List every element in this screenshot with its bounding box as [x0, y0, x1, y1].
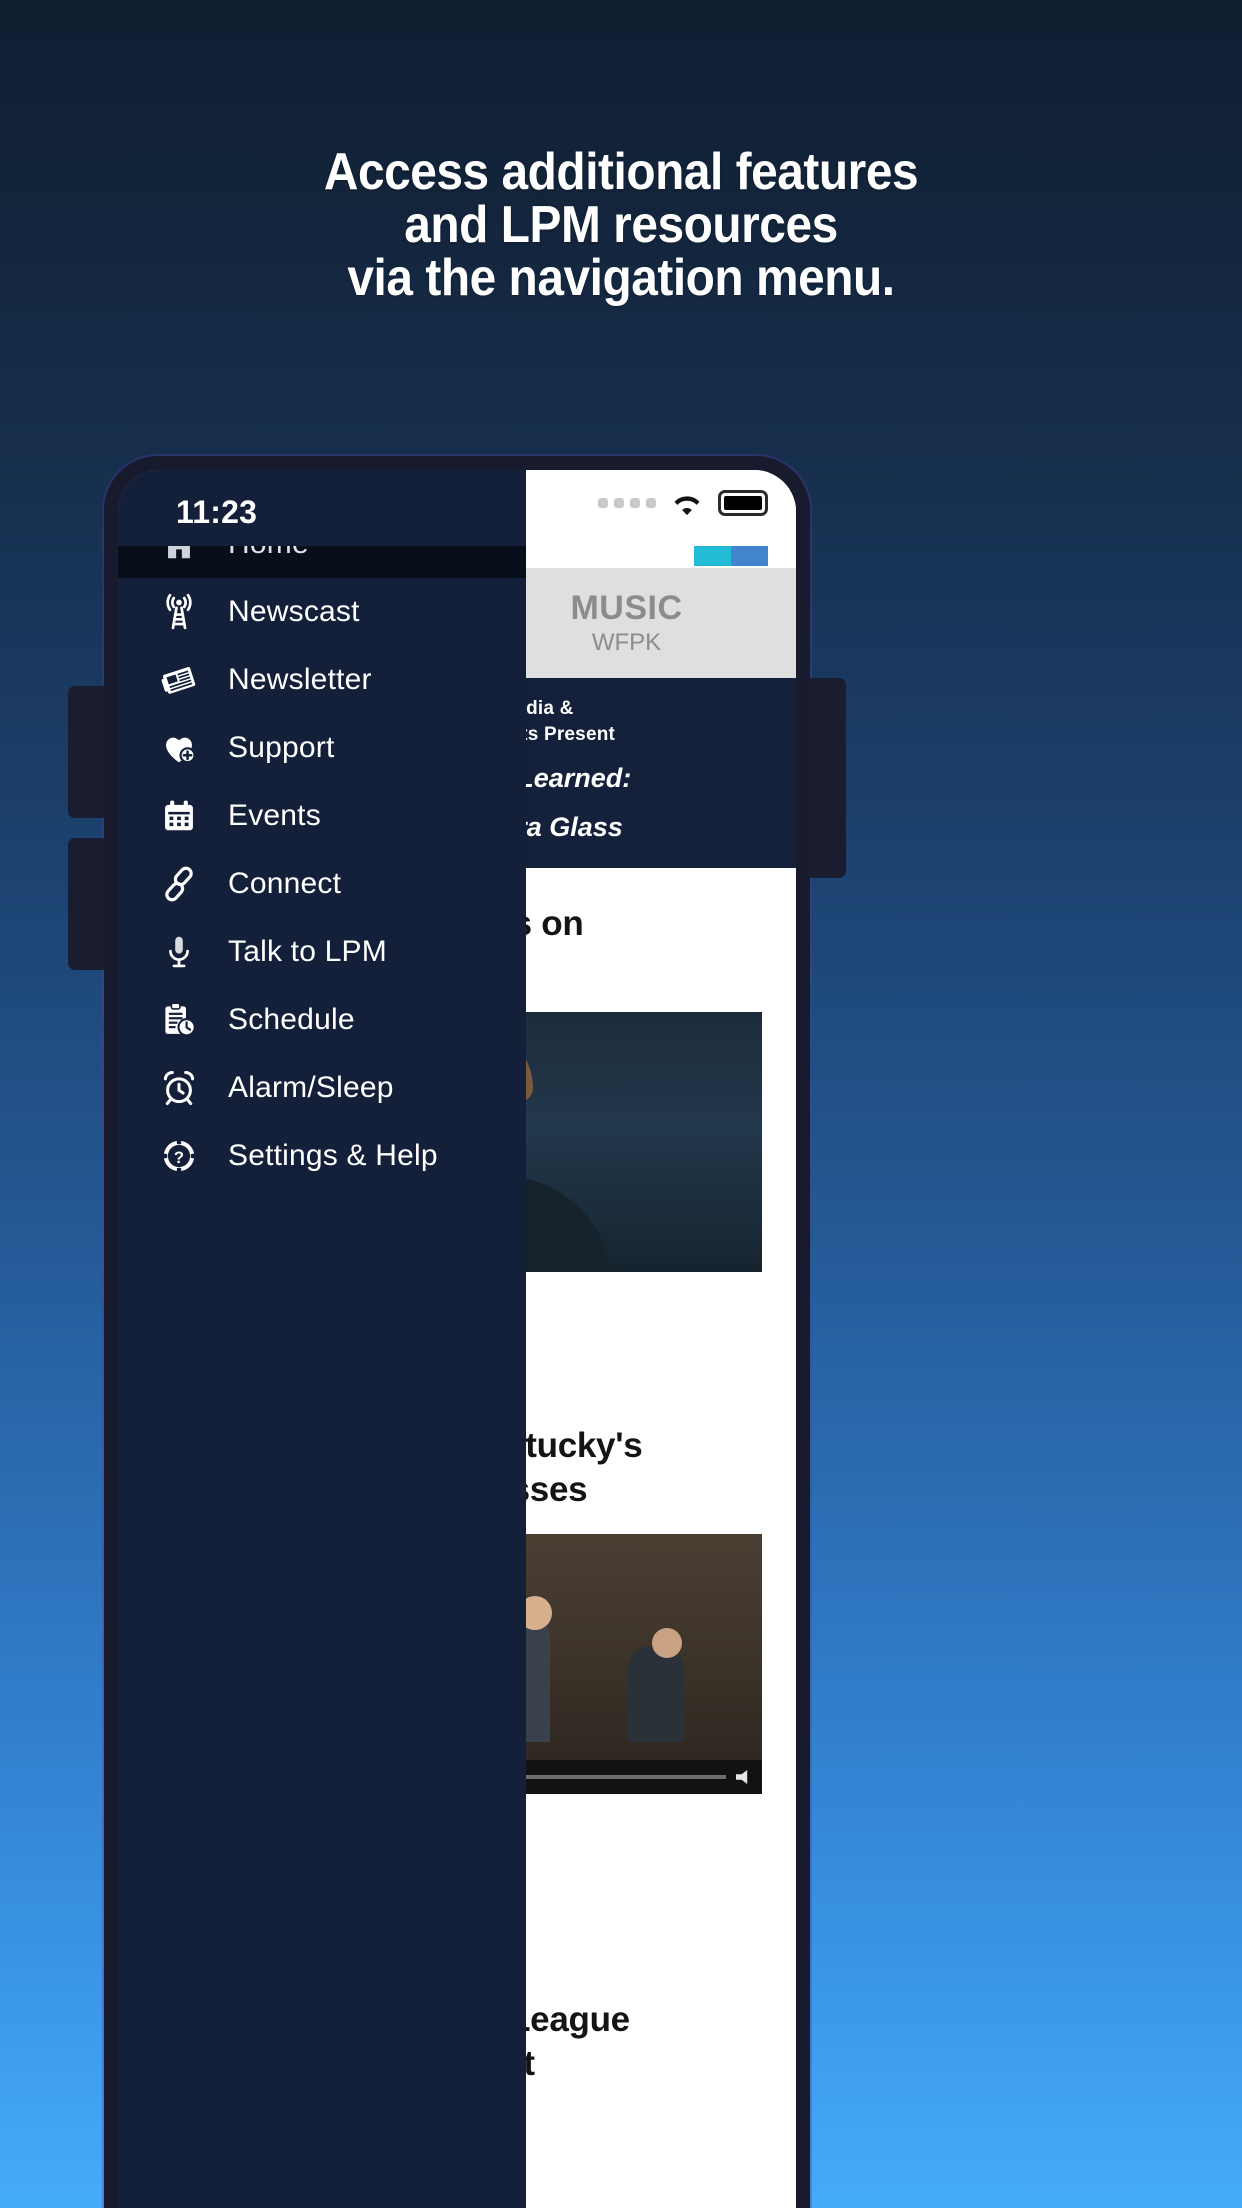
sidebar-item-label: Support [228, 731, 335, 764]
alarm-clock-icon [150, 1069, 208, 1107]
microphone-icon [150, 933, 208, 971]
wifi-icon [670, 490, 704, 516]
phone-screen: NEWS WFPL MUSIC WFPK Louisville Public M… [118, 470, 796, 2208]
signal-dots-icon [598, 498, 656, 508]
article-title-line-1: Late Louisville Urban League [526, 2000, 630, 2039]
sidebar-item-alarm-sleep[interactable]: Alarm/Sleep [118, 1054, 526, 1122]
promo-presenter-line-1: Louisville Public Media & [526, 698, 574, 719]
article-title-line-2: remembered for impact [526, 2044, 535, 2083]
promo-banner[interactable]: Louisville Public Media & Kentucky Perfo… [526, 678, 796, 868]
promo-presenter-line-2: Kentucky Performing Arts Present [526, 724, 616, 745]
article-title-line-2: Broadway tour [526, 946, 762, 990]
overlay-headline-line-1: Access additional features [323, 143, 919, 201]
station-tabs: NEWS WFPL MUSIC WFPK [526, 568, 796, 678]
article-title-line-2: 'suffer Ky. act' as it passes [526, 1470, 588, 1509]
chamber-person-head [652, 1628, 683, 1658]
sidebar-item-label: Events [228, 799, 321, 832]
chamber-person [627, 1646, 684, 1742]
sidebar-item-label: Newsletter [228, 663, 372, 696]
article-card[interactable]: Democrats lament Kentucky's 'suffer Ky. … [526, 1390, 762, 1846]
article-caption: criminal immunity for some [526, 1814, 762, 1846]
sidebar-item-schedule[interactable]: Schedule [118, 986, 526, 1054]
sidebar-item-newscast[interactable]: Newscast [118, 578, 526, 646]
tab-music-call-sign: WFPK [591, 629, 662, 657]
sidebar-item-label: Schedule [228, 1003, 355, 1036]
overlay-headline-line-2: and LPM resources [404, 196, 838, 254]
status-bar: 11:23 [118, 470, 796, 546]
tab-music[interactable]: MUSIC WFPK [526, 568, 796, 678]
sidebar-item-label: Settings & Help [228, 1139, 438, 1172]
sidebar-item-label: Alarm/Sleep [228, 1071, 394, 1104]
sidebar-item-label: Connect [228, 867, 342, 900]
app-content-panel: NEWS WFPL MUSIC WFPK Louisville Public M… [526, 470, 796, 2208]
volume-up-button[interactable] [68, 686, 106, 818]
house-chambers-video[interactable]: HOUSE CHAMBERS THURSDAY, JANUARY 25, 202… [526, 1534, 762, 1794]
link-icon [150, 865, 208, 903]
feed-spacer [526, 1846, 762, 1964]
sidebar-item-label: Newscast [228, 595, 360, 628]
overlay-headline-line-3: via the navigation menu. [347, 249, 895, 307]
article-card[interactable]: Late Louisville Urban League remembered … [526, 1964, 762, 2086]
overlay-headline: Access additional features and LPM resou… [50, 146, 1193, 305]
navigation-drawer: Home Newscast [118, 470, 526, 2208]
feed-spacer [526, 1272, 762, 1390]
broadcast-tower-icon [150, 593, 208, 631]
volume-down-button[interactable] [68, 838, 106, 970]
calendar-icon [150, 797, 208, 835]
status-bar-clock: 11:23 [176, 494, 258, 530]
sidebar-item-settings-help[interactable]: ? Settings & Help [118, 1122, 526, 1190]
battery-full-icon [718, 490, 768, 516]
clipboard-clock-icon [150, 1001, 208, 1039]
article-feed: Louisville actor returns on Broadway tou… [526, 868, 796, 2086]
sidebar-item-support[interactable]: Support [118, 714, 526, 782]
article-title-line-1: Louisville actor returns on [526, 904, 584, 943]
sidebar-item-talk-to-lpm[interactable]: Talk to LPM [118, 918, 526, 986]
sidebar-item-connect[interactable]: Connect [118, 850, 526, 918]
article-title-line-1: Democrats lament Kentucky's [526, 1426, 643, 1465]
article-card[interactable]: Louisville actor returns on Broadway tou… [526, 868, 762, 1272]
sidebar-item-label: Talk to LPM [228, 935, 387, 968]
svg-text:?: ? [174, 1148, 184, 1167]
status-bar-icons [598, 490, 768, 516]
portrait-hair [526, 1028, 533, 1102]
sidebar-item-newsletter[interactable]: Newsletter [118, 646, 526, 714]
actor-portrait-photo [526, 1012, 762, 1272]
power-button[interactable] [808, 678, 846, 878]
portrait-shoulders [526, 1176, 612, 1272]
phone-mockup: NEWS WFPL MUSIC WFPK Louisville Public M… [68, 456, 846, 2208]
question-circle-icon: ? [150, 1137, 208, 1175]
chamber-person [526, 1616, 550, 1742]
tab-music-name: MUSIC [570, 588, 683, 627]
heart-plus-icon [150, 729, 208, 767]
speaker-icon[interactable] [736, 1770, 748, 1784]
sidebar-item-events[interactable]: Events [118, 782, 526, 850]
newspaper-icon [150, 661, 208, 699]
video-controls[interactable] [526, 1760, 762, 1794]
video-scrubber[interactable] [526, 1775, 726, 1779]
promo-title-line-1: Seven Things I've Learned: [526, 763, 632, 793]
promo-title-line-2: An Evening with Ira Glass [526, 812, 623, 842]
